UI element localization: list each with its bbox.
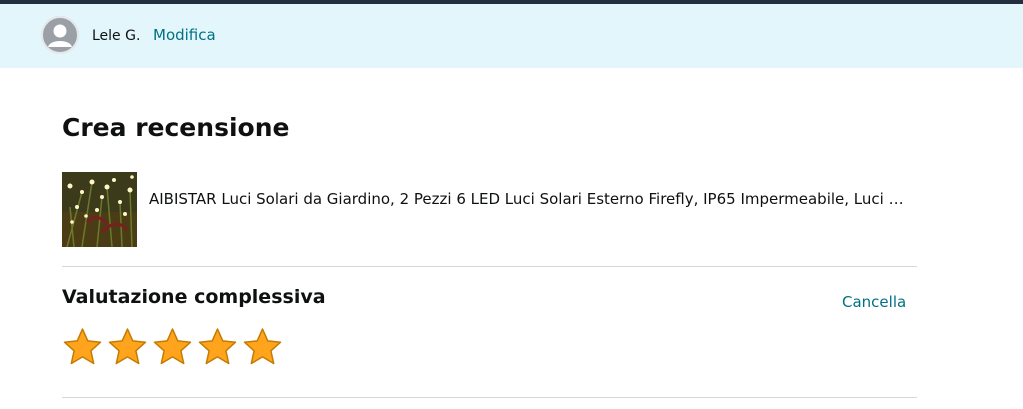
divider	[62, 397, 917, 398]
avatar	[41, 16, 79, 54]
star-icon[interactable]	[242, 327, 283, 367]
star-rating	[62, 327, 287, 367]
rating-heading: Valutazione complessiva	[62, 286, 326, 308]
product-image	[62, 172, 137, 247]
user-name: Lele G.	[92, 28, 141, 44]
star-icon[interactable]	[197, 327, 238, 367]
user-silhouette-icon	[41, 16, 79, 54]
clear-rating-link[interactable]: Cancella	[842, 293, 906, 311]
star-icon[interactable]	[152, 327, 193, 367]
star-icon[interactable]	[62, 327, 103, 367]
divider	[62, 266, 917, 267]
page-title: Crea recensione	[62, 113, 290, 142]
star-icon[interactable]	[107, 327, 148, 367]
edit-profile-link[interactable]: Modifica	[153, 26, 216, 44]
user-bar: Lele G. Modifica	[0, 4, 1023, 68]
product-title[interactable]: AIBISTAR Luci Solari da Giardino, 2 Pezz…	[149, 190, 909, 208]
